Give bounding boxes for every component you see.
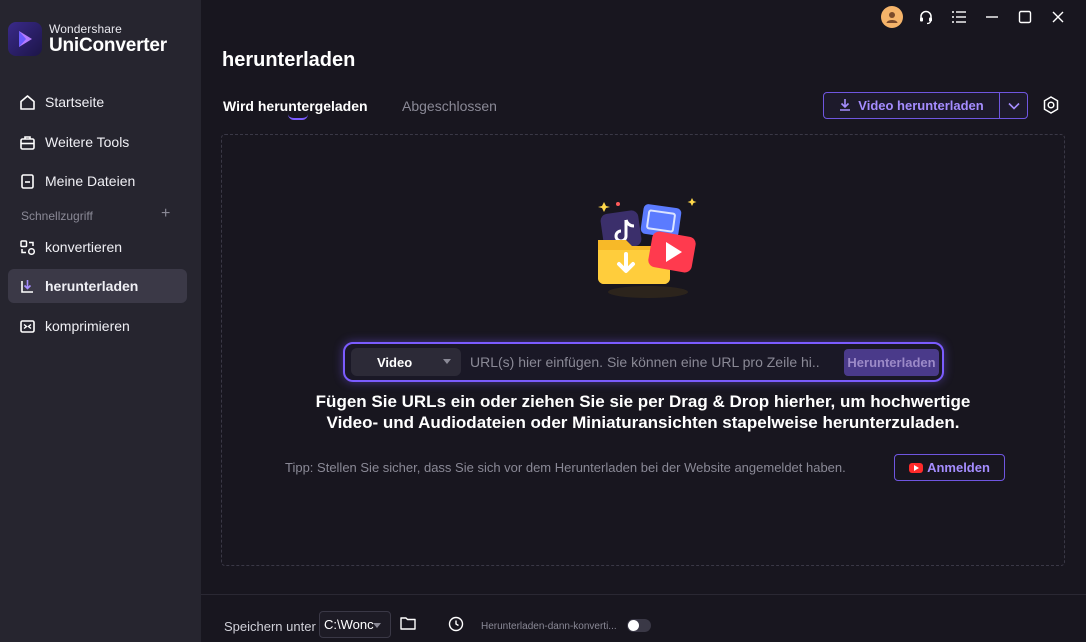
folder-icon[interactable] bbox=[400, 616, 416, 635]
url-input-bar: Video Herunterladen bbox=[343, 342, 944, 382]
download-submit-button[interactable]: Herunterladen bbox=[844, 349, 939, 376]
tip-text: Tipp: Stellen Sie sicher, dass Sie sich … bbox=[285, 460, 846, 475]
sidebar-item-label: herunterladen bbox=[45, 278, 139, 294]
brand: Wondershare UniConverter bbox=[8, 22, 167, 56]
sidebar-item-weitere-tools[interactable]: Weitere Tools bbox=[8, 125, 187, 159]
maximize-icon[interactable] bbox=[1008, 6, 1041, 28]
download-then-convert-toggle[interactable] bbox=[627, 619, 651, 632]
sidebar-item-komprimieren[interactable]: komprimieren bbox=[8, 309, 187, 343]
avatar[interactable] bbox=[881, 6, 903, 28]
settings-gear-icon[interactable] bbox=[1041, 95, 1061, 115]
video-download-button[interactable]: Video herunterladen bbox=[824, 93, 1000, 118]
instruction-line-2: Video- und Audiodateien oder Miniaturans… bbox=[326, 413, 960, 432]
brand-big: UniConverter bbox=[49, 35, 167, 56]
section-label: Schnellzugriff bbox=[21, 209, 93, 223]
download-arrow-icon bbox=[839, 98, 851, 114]
support-headset-icon[interactable] bbox=[909, 6, 942, 28]
save-path-value: C:\Wonc bbox=[324, 617, 374, 632]
caret-down-icon bbox=[443, 359, 451, 364]
tab-downloading[interactable]: Wird heruntergeladen bbox=[223, 98, 368, 114]
save-location-label: Speichern unter bbox=[224, 619, 316, 634]
convert-icon bbox=[18, 238, 36, 256]
sidebar-item-label: Weitere Tools bbox=[45, 134, 130, 150]
instruction-message: Fügen Sie URLs ein oder ziehen Sie sie p… bbox=[240, 391, 1046, 433]
youtube-icon bbox=[909, 462, 924, 473]
sidebar: Wondershare UniConverter Startseite Weit… bbox=[0, 0, 201, 642]
video-download-label: Video herunterladen bbox=[858, 98, 984, 113]
instruction-line-1: Fügen Sie URLs ein oder ziehen Sie sie p… bbox=[315, 392, 971, 411]
sidebar-item-herunterladen[interactable]: herunterladen bbox=[8, 269, 187, 303]
sidebar-item-konvertieren[interactable]: konvertieren bbox=[8, 230, 187, 264]
file-icon bbox=[18, 172, 36, 190]
tab-completed[interactable]: Abgeschlossen bbox=[402, 98, 497, 114]
toggle-knob bbox=[628, 620, 639, 631]
sidebar-item-meine-dateien[interactable]: Meine Dateien bbox=[8, 164, 187, 198]
sidebar-item-label: komprimieren bbox=[45, 318, 130, 334]
video-download-button-group: Video herunterladen bbox=[823, 92, 1028, 119]
signin-label: Anmelden bbox=[927, 460, 990, 475]
download-icon bbox=[18, 277, 36, 295]
titlebar bbox=[881, 6, 1074, 28]
download-then-convert-label: Herunterladen-dann-konverti... bbox=[481, 621, 617, 632]
clock-icon[interactable] bbox=[448, 616, 464, 637]
page-title: herunterladen bbox=[222, 49, 356, 71]
toolbox-icon bbox=[18, 133, 36, 151]
download-options-dropdown[interactable] bbox=[1000, 93, 1027, 118]
sidebar-item-label: Meine Dateien bbox=[45, 173, 136, 189]
media-type-value: Video bbox=[377, 354, 413, 370]
chevron-down-icon bbox=[1007, 102, 1020, 110]
sidebar-item-label: konvertieren bbox=[45, 239, 123, 255]
brand-small: Wondershare bbox=[49, 22, 122, 36]
media-type-select[interactable]: Video bbox=[351, 348, 461, 376]
home-icon bbox=[18, 93, 36, 111]
add-shortcut-icon[interactable]: + bbox=[161, 205, 170, 223]
app-logo-icon bbox=[8, 22, 42, 56]
minimize-icon[interactable] bbox=[975, 6, 1008, 28]
url-input[interactable] bbox=[470, 350, 820, 374]
download-illustration-icon bbox=[590, 192, 702, 304]
bottom-bar: Speichern unter C:\Wonc Herunterladen-da… bbox=[201, 594, 1086, 642]
close-icon[interactable] bbox=[1041, 6, 1074, 28]
sidebar-item-label: Startseite bbox=[45, 94, 105, 110]
save-path-select[interactable]: C:\Wonc bbox=[319, 611, 391, 638]
compress-icon bbox=[18, 317, 36, 335]
sidebar-item-startseite[interactable]: Startseite bbox=[8, 85, 187, 119]
menu-list-icon[interactable] bbox=[942, 6, 975, 28]
tab-active-indicator bbox=[288, 114, 308, 120]
caret-down-icon bbox=[373, 623, 381, 628]
signin-button[interactable]: Anmelden bbox=[894, 454, 1005, 481]
